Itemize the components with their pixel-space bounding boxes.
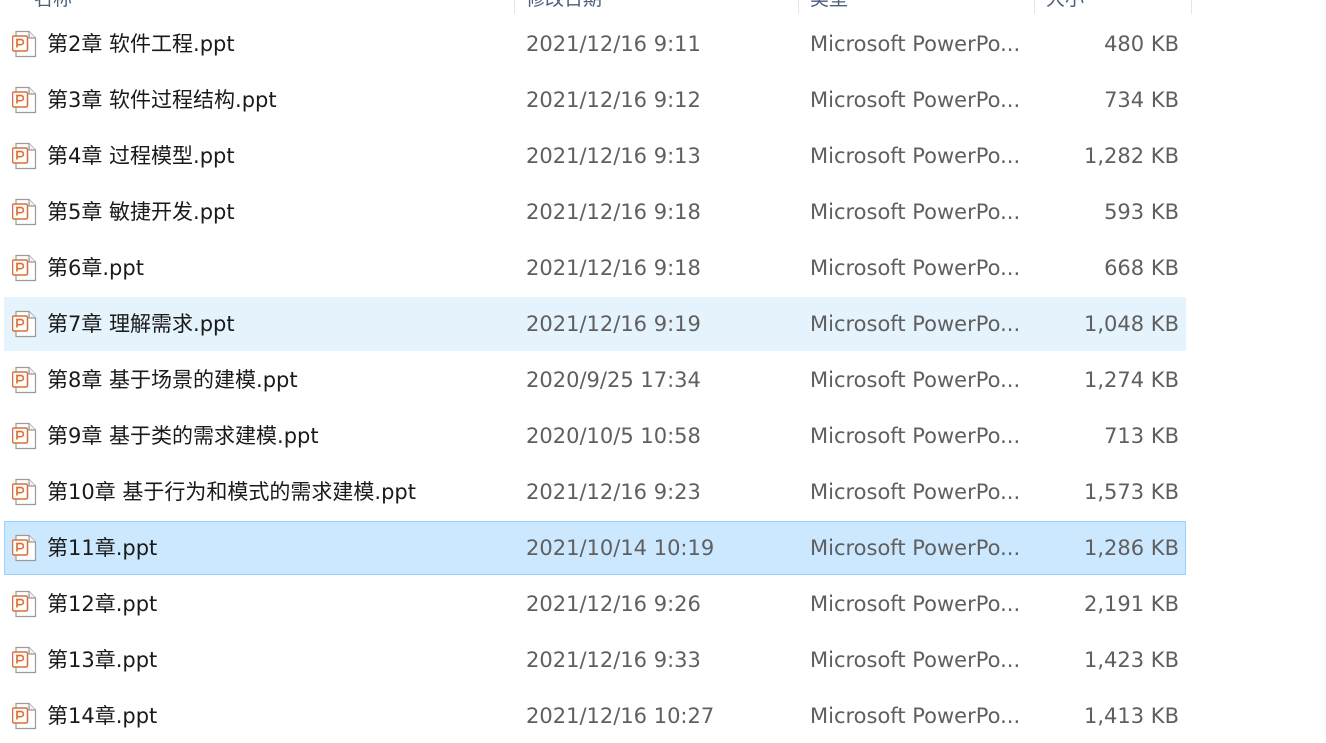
file-type: Microsoft PowerPo...	[810, 88, 1021, 112]
file-type: Microsoft PowerPo...	[810, 368, 1021, 392]
file-size: 1,048 KB	[1084, 312, 1179, 336]
file-date-modified: 2021/12/16 9:23	[526, 480, 701, 504]
file-explorer-details-view: 名称 修改日期 类型 大小 第2章 软件工程.ppt 2021/12/16 9:…	[0, 0, 1326, 743]
powerpoint-file-icon	[11, 366, 39, 394]
powerpoint-file-icon	[11, 702, 39, 730]
file-date-modified: 2020/9/25 17:34	[526, 368, 701, 392]
file-size: 1,286 KB	[1084, 536, 1179, 560]
file-row[interactable]: 第7章 理解需求.ppt 2021/12/16 9:19 Microsoft P…	[4, 297, 1186, 351]
file-type: Microsoft PowerPo...	[810, 592, 1021, 616]
file-type: Microsoft PowerPo...	[810, 200, 1021, 224]
file-name: 第7章 理解需求.ppt	[47, 312, 235, 336]
file-size: 713 KB	[1104, 424, 1179, 448]
file-row[interactable]: 第10章 基于行为和模式的需求建模.ppt 2021/12/16 9:23 Mi…	[4, 465, 1186, 519]
file-size: 1,423 KB	[1084, 648, 1179, 672]
file-name: 第4章 过程模型.ppt	[47, 144, 235, 168]
file-date-modified: 2021/12/16 9:11	[526, 32, 701, 56]
file-name: 第10章 基于行为和模式的需求建模.ppt	[47, 480, 416, 504]
file-row[interactable]: 第2章 软件工程.ppt 2021/12/16 9:11 Microsoft P…	[4, 17, 1186, 71]
file-date-modified: 2021/12/16 9:33	[526, 648, 701, 672]
file-date-modified: 2021/12/16 9:26	[526, 592, 701, 616]
file-row[interactable]: 第9章 基于类的需求建模.ppt 2020/10/5 10:58 Microso…	[4, 409, 1186, 463]
file-type: Microsoft PowerPo...	[810, 144, 1021, 168]
file-row[interactable]: 第5章 敏捷开发.ppt 2021/12/16 9:18 Microsoft P…	[4, 185, 1186, 239]
file-name: 第9章 基于类的需求建模.ppt	[47, 424, 319, 448]
file-size: 1,573 KB	[1084, 480, 1179, 504]
file-name: 第13章.ppt	[47, 648, 158, 672]
file-row[interactable]: 第8章 基于场景的建模.ppt 2020/9/25 17:34 Microsof…	[4, 353, 1186, 407]
file-row[interactable]: 第14章.ppt 2021/12/16 10:27 Microsoft Powe…	[4, 689, 1186, 743]
file-row[interactable]: 第11章.ppt 2021/10/14 10:19 Microsoft Powe…	[4, 521, 1186, 575]
column-header-date-modified[interactable]: 修改日期	[514, 0, 798, 14]
file-name: 第3章 软件过程结构.ppt	[47, 88, 277, 112]
column-header-name[interactable]: 名称	[0, 0, 514, 14]
file-date-modified: 2021/12/16 9:13	[526, 144, 701, 168]
file-list: 第2章 软件工程.ppt 2021/12/16 9:11 Microsoft P…	[4, 17, 1186, 743]
file-name: 第11章.ppt	[47, 536, 158, 560]
file-date-modified: 2021/12/16 9:12	[526, 88, 701, 112]
file-date-modified: 2021/12/16 9:18	[526, 256, 701, 280]
file-size: 734 KB	[1104, 88, 1179, 112]
file-type: Microsoft PowerPo...	[810, 648, 1021, 672]
file-name: 第6章.ppt	[47, 256, 144, 280]
file-name: 第12章.ppt	[47, 592, 158, 616]
file-row[interactable]: 第4章 过程模型.ppt 2021/12/16 9:13 Microsoft P…	[4, 129, 1186, 183]
column-header: 名称 修改日期 类型 大小	[0, 0, 1192, 14]
file-type: Microsoft PowerPo...	[810, 704, 1021, 728]
file-date-modified: 2021/12/16 9:19	[526, 312, 701, 336]
file-row[interactable]: 第13章.ppt 2021/12/16 9:33 Microsoft Power…	[4, 633, 1186, 687]
file-size: 480 KB	[1104, 32, 1179, 56]
file-type: Microsoft PowerPo...	[810, 32, 1021, 56]
powerpoint-file-icon	[11, 534, 39, 562]
powerpoint-file-icon	[11, 310, 39, 338]
file-type: Microsoft PowerPo...	[810, 424, 1021, 448]
file-size: 1,282 KB	[1084, 144, 1179, 168]
file-row[interactable]: 第12章.ppt 2021/12/16 9:26 Microsoft Power…	[4, 577, 1186, 631]
file-date-modified: 2021/12/16 10:27	[526, 704, 715, 728]
powerpoint-file-icon	[11, 422, 39, 450]
powerpoint-file-icon	[11, 86, 39, 114]
file-row[interactable]: 第6章.ppt 2021/12/16 9:18 Microsoft PowerP…	[4, 241, 1186, 295]
file-name: 第2章 软件工程.ppt	[47, 32, 235, 56]
file-size: 2,191 KB	[1084, 592, 1179, 616]
file-name: 第5章 敏捷开发.ppt	[47, 200, 235, 224]
powerpoint-file-icon	[11, 30, 39, 58]
file-name: 第14章.ppt	[47, 704, 158, 728]
powerpoint-file-icon	[11, 254, 39, 282]
file-size: 668 KB	[1104, 256, 1179, 280]
column-header-size[interactable]: 大小	[1034, 0, 1192, 14]
file-row[interactable]: 第3章 软件过程结构.ppt 2021/12/16 9:12 Microsoft…	[4, 73, 1186, 127]
file-type: Microsoft PowerPo...	[810, 312, 1021, 336]
file-date-modified: 2021/12/16 9:18	[526, 200, 701, 224]
file-size: 593 KB	[1104, 200, 1179, 224]
powerpoint-file-icon	[11, 198, 39, 226]
file-name: 第8章 基于场景的建模.ppt	[47, 368, 298, 392]
file-size: 1,413 KB	[1084, 704, 1179, 728]
file-date-modified: 2021/10/14 10:19	[526, 536, 715, 560]
powerpoint-file-icon	[11, 646, 39, 674]
powerpoint-file-icon	[11, 478, 39, 506]
powerpoint-file-icon	[11, 142, 39, 170]
file-date-modified: 2020/10/5 10:58	[526, 424, 701, 448]
file-type: Microsoft PowerPo...	[810, 536, 1021, 560]
column-header-type[interactable]: 类型	[798, 0, 1034, 14]
powerpoint-file-icon	[11, 590, 39, 618]
file-type: Microsoft PowerPo...	[810, 256, 1021, 280]
file-size: 1,274 KB	[1084, 368, 1179, 392]
file-type: Microsoft PowerPo...	[810, 480, 1021, 504]
